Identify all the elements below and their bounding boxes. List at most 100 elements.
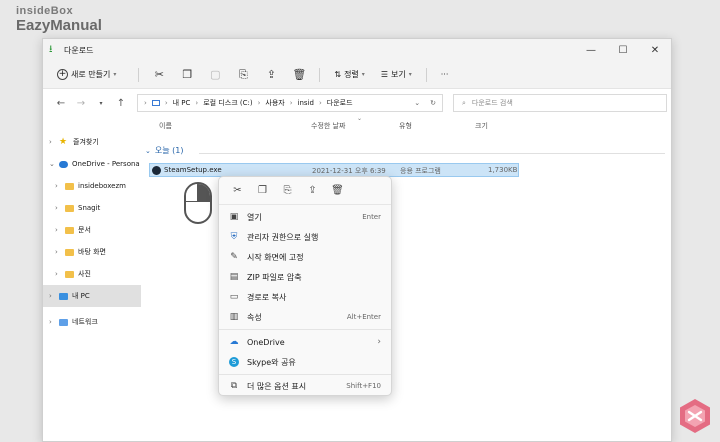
- expand-chevron-icon[interactable]: ›: [55, 204, 65, 212]
- group-header-today[interactable]: ⌄ 오늘 (1): [145, 145, 183, 156]
- watermark-line1: insideBox: [16, 5, 74, 17]
- mouse-left-button: [186, 184, 198, 202]
- column-modified[interactable]: 수정한 날짜: [311, 121, 345, 131]
- view-label: 보기: [390, 70, 406, 79]
- delete-icon[interactable]: 🗑: [285, 68, 313, 81]
- column-name[interactable]: 이름: [159, 121, 172, 131]
- sidebar-item-this-pc[interactable]: › 내 PC: [43, 285, 141, 307]
- breadcrumb-downloads[interactable]: 다운로드: [327, 98, 353, 108]
- sidebar-item-label: 사진: [78, 270, 91, 278]
- cut-icon[interactable]: ✂: [225, 185, 250, 196]
- breadcrumb-chevron-icon: ›: [164, 99, 168, 107]
- view-icon: ☰: [380, 70, 388, 79]
- sidebar-item-insideboxezm[interactable]: › insideboxezm: [43, 175, 141, 197]
- menu-item-properties[interactable]: ▥ 속성 Alt+Enter: [219, 308, 391, 326]
- sort-label: 정렬: [344, 70, 359, 79]
- maximize-button[interactable]: ☐: [607, 45, 639, 56]
- pc-icon: [59, 292, 68, 300]
- sidebar-item-desktop[interactable]: › 바탕 화면: [43, 241, 141, 263]
- expand-chevron-icon[interactable]: ›: [49, 318, 59, 326]
- menu-item-compress-zip[interactable]: ▤ ZIP 파일로 압축: [219, 268, 391, 286]
- search-box[interactable]: ⌕ 다운로드 검색: [453, 94, 667, 112]
- history-chevron-icon[interactable]: ⌄: [414, 99, 420, 107]
- column-size[interactable]: 크기: [475, 121, 488, 131]
- menu-item-share-skype[interactable]: S Skype와 공유: [219, 353, 391, 371]
- expand-chevron-icon[interactable]: ›: [55, 270, 65, 278]
- breadcrumb-chevron-icon: ›: [257, 99, 261, 107]
- sidebar-item-onedrive[interactable]: ⌄ OneDrive - Persona: [43, 153, 141, 175]
- breadcrumb-local-disk[interactable]: 로컬 디스크 (C:): [203, 98, 252, 108]
- expand-chevron-icon[interactable]: ›: [55, 248, 65, 256]
- copy-icon[interactable]: ❐: [173, 68, 201, 81]
- menu-item-show-more-options[interactable]: ⧉ 더 많은 옵션 표시 Shift+F10: [219, 377, 391, 395]
- collapse-chevron-icon[interactable]: ⌄: [49, 160, 59, 168]
- title-bar: ⭳ 다운로드 — ☐ ✕: [43, 39, 671, 61]
- delete-icon[interactable]: 🗑: [325, 185, 350, 196]
- menu-item-copy-path[interactable]: ▭ 경로로 복사: [219, 288, 391, 306]
- refresh-icon[interactable]: ↻: [430, 99, 436, 107]
- sidebar-item-label: 문서: [78, 226, 91, 234]
- folder-icon: [65, 226, 74, 234]
- breadcrumb-chevron-icon: ›: [289, 99, 293, 107]
- menu-item-onedrive[interactable]: ☁ OneDrive ›: [219, 333, 391, 351]
- expand-chevron-icon[interactable]: ›: [55, 226, 65, 234]
- breadcrumb-this-pc[interactable]: 내 PC: [173, 98, 191, 108]
- watermark-line2: EazyManual: [16, 17, 102, 34]
- menu-item-label: 열기: [247, 212, 262, 222]
- new-button[interactable]: + 새로 만들기 ▾: [53, 66, 120, 83]
- rename-icon[interactable]: ⎘: [275, 185, 300, 196]
- expand-chevron-icon[interactable]: ›: [55, 182, 65, 190]
- mouse-right-button: [198, 184, 210, 202]
- sort-button[interactable]: ⇅ 정렬 ▾: [326, 69, 372, 80]
- share-icon[interactable]: ⇪: [300, 185, 325, 196]
- menu-item-label: 시작 화면에 고정: [247, 252, 304, 262]
- open-icon: ▣: [229, 212, 239, 222]
- file-name: SteamSetup.exe: [164, 166, 222, 174]
- breadcrumb-users[interactable]: 사용자: [265, 98, 284, 108]
- share-icon[interactable]: ⇪: [257, 68, 285, 81]
- sidebar-item-favorites[interactable]: › ★ 즐겨찾기: [43, 131, 141, 153]
- up-arrow-icon[interactable]: ↑: [111, 98, 131, 109]
- address-bar[interactable]: › › 내 PC › 로컬 디스크 (C:) › 사용자 › insid › 다…: [137, 94, 443, 112]
- expand-chevron-icon[interactable]: ›: [49, 138, 59, 146]
- group-divider: [199, 153, 665, 154]
- folder-icon: [65, 270, 74, 278]
- path-icon: ▭: [229, 292, 239, 302]
- menu-item-open[interactable]: ▣ 열기 Enter: [219, 208, 391, 226]
- submenu-chevron-icon: ›: [377, 337, 381, 347]
- sidebar-item-label: Snagit: [78, 204, 101, 212]
- breadcrumb-user[interactable]: insid: [298, 99, 314, 107]
- download-icon: ⭳: [49, 44, 53, 55]
- forward-arrow-icon[interactable]: →: [71, 98, 91, 109]
- column-type[interactable]: 유형: [399, 121, 412, 131]
- more-options-button[interactable]: ···: [433, 70, 457, 79]
- sidebar-item-label: insideboxezm: [78, 182, 126, 190]
- file-row[interactable]: SteamSetup.exe 2021-12-31 오후 6:39 응용 프로그…: [149, 163, 519, 177]
- recent-chevron-icon[interactable]: ▾: [91, 100, 111, 107]
- paste-icon[interactable]: ▢: [201, 68, 229, 81]
- copy-icon[interactable]: ❐: [250, 185, 275, 196]
- cut-icon[interactable]: ✂: [145, 68, 173, 81]
- menu-divider: [219, 329, 391, 330]
- folder-icon: [65, 248, 74, 256]
- menu-item-label: 경로로 복사: [247, 292, 287, 302]
- breadcrumb-chevron-icon: ›: [195, 99, 199, 107]
- menu-item-run-as-admin[interactable]: ⛨ 관리자 권한으로 실행: [219, 228, 391, 246]
- breadcrumb-chevron-icon: ›: [318, 99, 322, 107]
- command-bar: + 새로 만들기 ▾ ✂ ❐ ▢ ⎘ ⇪ 🗑 ⇅ 정렬 ▾ ☰ 보기 ▾ ···: [43, 61, 671, 89]
- sidebar-item-snagit[interactable]: › Snagit: [43, 197, 141, 219]
- plus-icon: +: [57, 69, 68, 80]
- rename-icon[interactable]: ⎘: [229, 68, 257, 82]
- chevron-down-icon: ▾: [361, 71, 365, 78]
- expand-chevron-icon[interactable]: ›: [49, 292, 59, 300]
- close-button[interactable]: ✕: [639, 45, 671, 56]
- view-button[interactable]: ☰ 보기 ▾: [373, 69, 420, 80]
- menu-item-pin-to-start[interactable]: ✎ 시작 화면에 고정: [219, 248, 391, 266]
- back-arrow-icon[interactable]: ←: [51, 98, 71, 109]
- minimize-button[interactable]: —: [575, 45, 607, 56]
- sidebar-item-network[interactable]: › 네트워크: [43, 311, 141, 333]
- pin-icon: ✎: [230, 252, 238, 262]
- toolbar-divider: [425, 67, 427, 82]
- sidebar-item-pictures[interactable]: › 사진: [43, 263, 141, 285]
- sidebar-item-documents[interactable]: › 문서: [43, 219, 141, 241]
